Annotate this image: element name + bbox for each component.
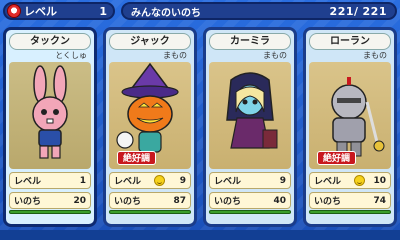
team-life-current: 221/: [329, 4, 359, 18]
team-life-label: みんなのいのち: [131, 7, 201, 19]
hp-bar: [109, 210, 191, 214]
great-condition-badge: 絶好調: [317, 151, 357, 165]
monster-name: ジャック: [109, 33, 191, 50]
level-stat-value: 10: [373, 175, 386, 186]
level-stat-label: レベル: [114, 177, 142, 187]
life-stat-value: 74: [373, 195, 386, 206]
life-stat: いのち 87: [109, 192, 191, 209]
level-stat-value: 1: [79, 175, 86, 186]
level-label: レベル: [24, 5, 57, 18]
bottom-bar: [0, 230, 400, 240]
monster-tribe: まもの: [163, 51, 187, 60]
monster-portrait: [9, 62, 91, 169]
life-stat-value: 20: [73, 195, 86, 206]
level-stat-value: 9: [279, 175, 286, 186]
monster-tribe: とくしゅ: [55, 51, 87, 60]
team-life-max: 221: [362, 4, 387, 18]
life-stat-label: いのち: [114, 197, 142, 207]
monster-name: ローラン: [309, 33, 391, 50]
monster-tribe: まもの: [263, 51, 287, 60]
level-value: 1: [99, 4, 107, 18]
party-card[interactable]: ジャック まもの 絶好調 レベル 9 いのち 87: [103, 27, 197, 227]
monster-tribe: まもの: [363, 51, 387, 60]
level-stat-value: 9: [179, 175, 186, 186]
vampire-character-icon: [226, 72, 278, 149]
life-stat-value: 87: [173, 195, 186, 206]
yokai-watch-icon: [7, 4, 21, 18]
life-stat-value: 40: [273, 195, 286, 206]
monster-portrait: 絶好調: [109, 62, 191, 169]
party-card[interactable]: カーミラ まもの レベル 9 いのち 40: [203, 27, 297, 227]
party-card[interactable]: タックン とくしゅ レベル 1 いのち 20: [3, 27, 97, 227]
life-stat-label: いのち: [314, 197, 342, 207]
mood-smile-icon: [354, 175, 365, 186]
great-condition-badge: 絶好調: [117, 151, 157, 165]
hp-bar: [9, 210, 91, 214]
status-bar: レベル 1 みんなのいのち 221/ 221: [0, 0, 400, 22]
hp-bar: [309, 210, 391, 214]
life-stat-label: いのち: [214, 197, 242, 207]
level-stat: レベル 9: [209, 172, 291, 189]
level-stat-label: レベル: [314, 177, 342, 187]
monster-name: タックン: [9, 33, 91, 50]
level-stat-label: レベル: [14, 177, 42, 187]
monster-name: カーミラ: [209, 33, 291, 50]
level-stat: レベル 1: [9, 172, 91, 189]
team-life-panel: みんなのいのち 221/ 221: [121, 2, 397, 20]
hp-bar: [209, 210, 291, 214]
monster-portrait: [209, 62, 291, 169]
life-stat-label: いのち: [14, 197, 42, 207]
rabbit-character-icon: [32, 65, 68, 159]
level-stat-label: レベル: [214, 177, 242, 187]
life-stat: いのち 40: [209, 192, 291, 209]
party-cards: タックン とくしゅ レベル 1 いのち 20 ジャック まもの 絶好調 レベル …: [3, 27, 397, 227]
player-level-panel: レベル 1: [3, 2, 115, 20]
mood-smile-icon: [154, 175, 165, 186]
monster-portrait: 絶好調: [309, 62, 391, 169]
party-card[interactable]: ローラン まもの 絶好調 レベル 10 いのち 74: [303, 27, 397, 227]
level-stat: レベル 9: [109, 172, 191, 189]
level-stat: レベル 10: [309, 172, 391, 189]
life-stat: いのち 20: [9, 192, 91, 209]
life-stat: いのち 74: [309, 192, 391, 209]
